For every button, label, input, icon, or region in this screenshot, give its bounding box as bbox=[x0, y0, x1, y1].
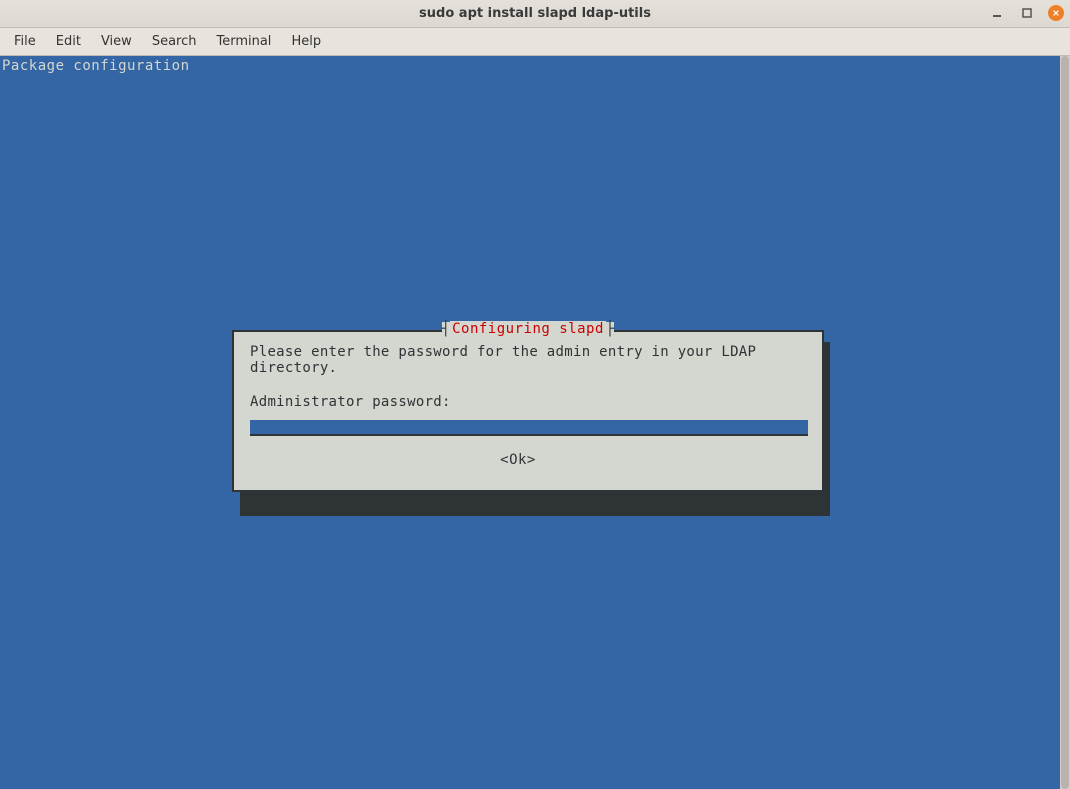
package-config-header: Package configuration bbox=[2, 58, 190, 74]
scrollbar[interactable] bbox=[1060, 56, 1070, 789]
dialog-message: Please enter the password for the admin … bbox=[250, 344, 806, 376]
close-icon bbox=[1052, 9, 1060, 17]
menu-help[interactable]: Help bbox=[281, 30, 331, 53]
dialog-title-wrap: ┤ Configuring slapd ├ bbox=[234, 321, 822, 337]
menu-edit[interactable]: Edit bbox=[46, 30, 91, 53]
maximize-icon bbox=[1022, 8, 1032, 18]
dialog-title-cap-left: ┤ bbox=[442, 322, 450, 336]
terminal-container: Package configuration ┤ Configuring slap… bbox=[0, 56, 1070, 789]
window-title: sudo apt install slapd ldap-utils bbox=[0, 6, 1070, 21]
menu-file[interactable]: File bbox=[4, 30, 46, 53]
dialog-body: Please enter the password for the admin … bbox=[234, 332, 822, 468]
window-controls bbox=[988, 4, 1064, 22]
menu-view[interactable]: View bbox=[91, 30, 142, 53]
dialog-title-cap-right: ├ bbox=[606, 322, 614, 336]
menubar: File Edit View Search Terminal Help bbox=[0, 28, 1070, 56]
terminal[interactable]: Package configuration ┤ Configuring slap… bbox=[0, 56, 1060, 789]
config-dialog: ┤ Configuring slapd ├ Please enter the p… bbox=[232, 330, 824, 492]
close-button[interactable] bbox=[1048, 5, 1064, 21]
dialog-prompt: Administrator password: bbox=[250, 394, 806, 410]
password-input[interactable] bbox=[250, 420, 808, 436]
minimize-icon bbox=[992, 8, 1002, 18]
menu-search[interactable]: Search bbox=[142, 30, 207, 53]
menu-terminal[interactable]: Terminal bbox=[206, 30, 281, 53]
window-titlebar: sudo apt install slapd ldap-utils bbox=[0, 0, 1070, 28]
scrollbar-thumb[interactable] bbox=[1061, 56, 1069, 789]
dialog-title: Configuring slapd bbox=[450, 321, 606, 337]
ok-button[interactable]: <Ok> bbox=[250, 452, 806, 468]
minimize-button[interactable] bbox=[988, 4, 1006, 22]
maximize-button[interactable] bbox=[1018, 4, 1036, 22]
